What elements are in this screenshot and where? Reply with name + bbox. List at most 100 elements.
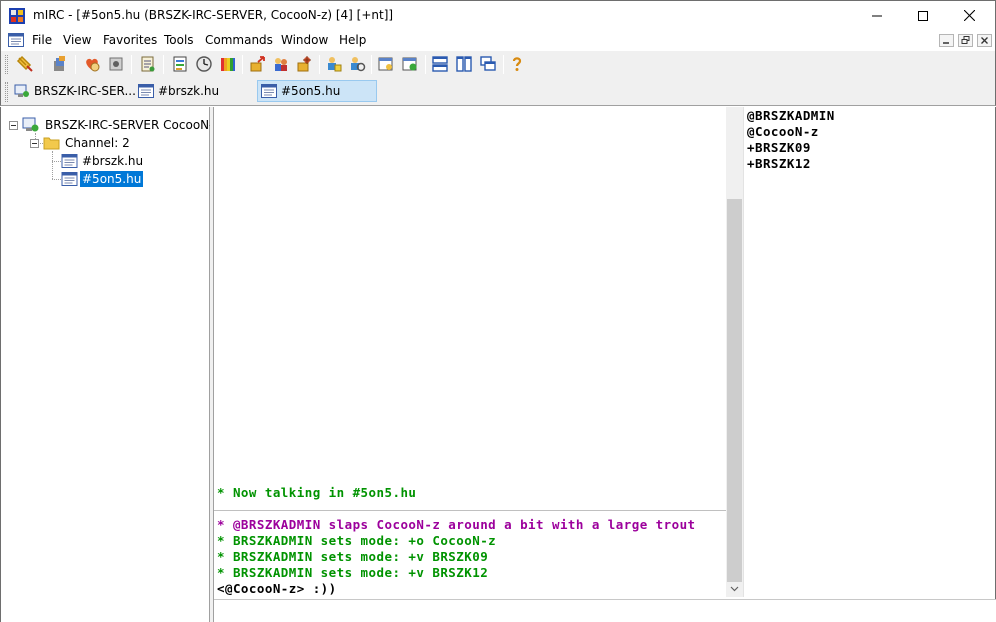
tree-node-channel-brszk[interactable]: #brszk.hu xyxy=(61,152,145,170)
tab-label: BRSZK-IRC-SER... xyxy=(34,84,136,98)
colors-icon[interactable] xyxy=(219,55,237,73)
chevron-down-icon xyxy=(730,586,739,591)
toolbar-grip[interactable] xyxy=(5,55,8,74)
notes-icon[interactable] xyxy=(377,55,395,73)
address-book-icon[interactable] xyxy=(83,55,101,73)
nick-item[interactable]: +BRSZK12 xyxy=(747,156,811,171)
cascade-icon[interactable] xyxy=(479,55,497,73)
toolbar-separator xyxy=(42,55,43,74)
menu-favorites[interactable]: Favorites xyxy=(103,33,157,47)
switchbar-grip[interactable] xyxy=(5,82,8,102)
tab-status-window[interactable]: BRSZK-IRC-SER... xyxy=(11,80,136,102)
log-viewer-icon[interactable] xyxy=(171,55,189,73)
dcc-options-icon[interactable] xyxy=(295,55,313,73)
chat-display: * Now talking in #5on5.hu * @BRSZKADMIN … xyxy=(214,107,726,597)
close-button[interactable] xyxy=(946,1,992,30)
nick-list: @BRSZKADMIN @CocooN-z +BRSZK09 +BRSZK12 xyxy=(743,107,995,597)
message-editbox xyxy=(214,599,996,622)
menu-file[interactable]: File xyxy=(32,33,52,47)
tile-horizontal-icon[interactable] xyxy=(431,55,449,73)
tab-label: #5on5.hu xyxy=(281,84,341,98)
channels-folder-icon[interactable] xyxy=(348,55,366,73)
dcc-chat-icon[interactable] xyxy=(272,55,290,73)
tree-connector xyxy=(52,161,61,162)
scroll-down-button[interactable] xyxy=(726,580,743,597)
nick-item[interactable]: +BRSZK09 xyxy=(747,140,811,155)
minimize-icon xyxy=(943,42,949,44)
message-input[interactable] xyxy=(214,600,996,622)
url-catcher-icon[interactable] xyxy=(401,55,419,73)
menu-view[interactable]: View xyxy=(63,33,91,47)
tree-connector xyxy=(52,179,61,180)
notify-list-icon[interactable] xyxy=(107,55,125,73)
channel-window-icon xyxy=(61,172,78,186)
timer-icon[interactable] xyxy=(195,55,213,73)
close-icon xyxy=(981,37,988,44)
nick-item[interactable]: @BRSZKADMIN xyxy=(747,108,835,123)
marker-line xyxy=(214,510,726,511)
restore-icon xyxy=(961,36,970,44)
channel-window-icon[interactable] xyxy=(8,33,24,47)
menu-help[interactable]: Help xyxy=(339,33,366,47)
mirc-app-icon[interactable] xyxy=(9,8,25,24)
tree-node-server[interactable]: BRSZK-IRC-SERVER CocooN-z xyxy=(22,116,222,134)
menu-commands[interactable]: Commands xyxy=(205,33,273,47)
treebar: BRSZK-IRC-SERVER CocooN-z Channel: 2 #br… xyxy=(0,107,220,622)
tree-node-channel-folder[interactable]: Channel: 2 xyxy=(43,134,132,152)
channel-window-icon xyxy=(261,84,277,98)
scrollbar-thumb[interactable] xyxy=(727,199,742,582)
connect-icon[interactable] xyxy=(16,55,34,73)
help-icon[interactable] xyxy=(508,55,526,73)
maximize-button[interactable] xyxy=(900,1,946,30)
channel-list-icon[interactable] xyxy=(139,55,157,73)
maximize-icon xyxy=(918,10,928,21)
mdi-close-button[interactable] xyxy=(977,34,992,47)
chat-line: * BRSZKADMIN sets mode: +v BRSZK12 xyxy=(217,565,489,580)
toolbar-separator xyxy=(503,55,504,74)
server-status-icon xyxy=(22,117,39,132)
channel-window-icon xyxy=(138,84,154,98)
toolbar-separator xyxy=(163,55,164,74)
server-status-icon xyxy=(14,84,29,97)
tab-channel-brszk[interactable]: #brszk.hu xyxy=(135,80,253,102)
toolbar-separator xyxy=(425,55,426,74)
tab-label: #brszk.hu xyxy=(158,84,220,98)
tree-label-folder: Channel: 2 xyxy=(65,136,130,150)
tree-label-server: BRSZK-IRC-SERVER CocooN-z xyxy=(45,118,220,132)
toolbar-separator xyxy=(75,55,76,74)
tree-collapse-server[interactable] xyxy=(9,121,18,130)
dcc-send-icon[interactable] xyxy=(249,55,267,73)
menu-tools[interactable]: Tools xyxy=(164,33,194,47)
switchbar: BRSZK-IRC-SER... #brszk.hu #5on5.hu xyxy=(0,78,996,106)
minimize-button[interactable] xyxy=(854,1,900,30)
mdi-minimize-button[interactable] xyxy=(939,34,954,47)
tree-node-channel-5on5[interactable]: #5on5.hu xyxy=(61,170,144,188)
menu-bar: File View Favorites Tools Commands Windo… xyxy=(0,30,996,51)
toolbar-separator xyxy=(371,55,372,74)
menu-window[interactable]: Window xyxy=(281,33,328,47)
chat-line: * Now talking in #5on5.hu xyxy=(217,485,417,500)
folder-icon xyxy=(43,137,60,150)
close-icon xyxy=(963,10,975,21)
chat-line: * BRSZKADMIN sets mode: +v BRSZK09 xyxy=(217,549,489,564)
toolbar xyxy=(0,51,996,78)
channel-window: * Now talking in #5on5.hu * @BRSZKADMIN … xyxy=(214,107,996,622)
tree-collapse-folder[interactable] xyxy=(30,139,39,148)
channel-window-icon xyxy=(61,154,78,168)
options-icon[interactable] xyxy=(51,55,69,73)
scripts-editor-icon[interactable] xyxy=(325,55,343,73)
chat-line: <@CocooN-z> :)) xyxy=(217,581,337,596)
toolbar-separator xyxy=(242,55,243,74)
nick-item[interactable]: @CocooN-z xyxy=(747,124,819,139)
chat-scrollbar[interactable] xyxy=(726,107,743,597)
mdi-restore-button[interactable] xyxy=(958,34,973,47)
minimize-icon xyxy=(872,15,882,16)
toolbar-separator xyxy=(319,55,320,74)
tab-channel-5on5[interactable]: #5on5.hu xyxy=(257,80,377,102)
title-bar: mIRC - [#5on5.hu (BRSZK-IRC-SERVER, Coco… xyxy=(0,0,996,30)
chat-line: * @BRSZKADMIN slaps CocooN-z around a bi… xyxy=(217,517,696,532)
window-title: mIRC - [#5on5.hu (BRSZK-IRC-SERVER, Coco… xyxy=(33,8,394,22)
tree-connector xyxy=(52,151,53,179)
tile-vertical-icon[interactable] xyxy=(455,55,473,73)
toolbar-separator xyxy=(131,55,132,74)
